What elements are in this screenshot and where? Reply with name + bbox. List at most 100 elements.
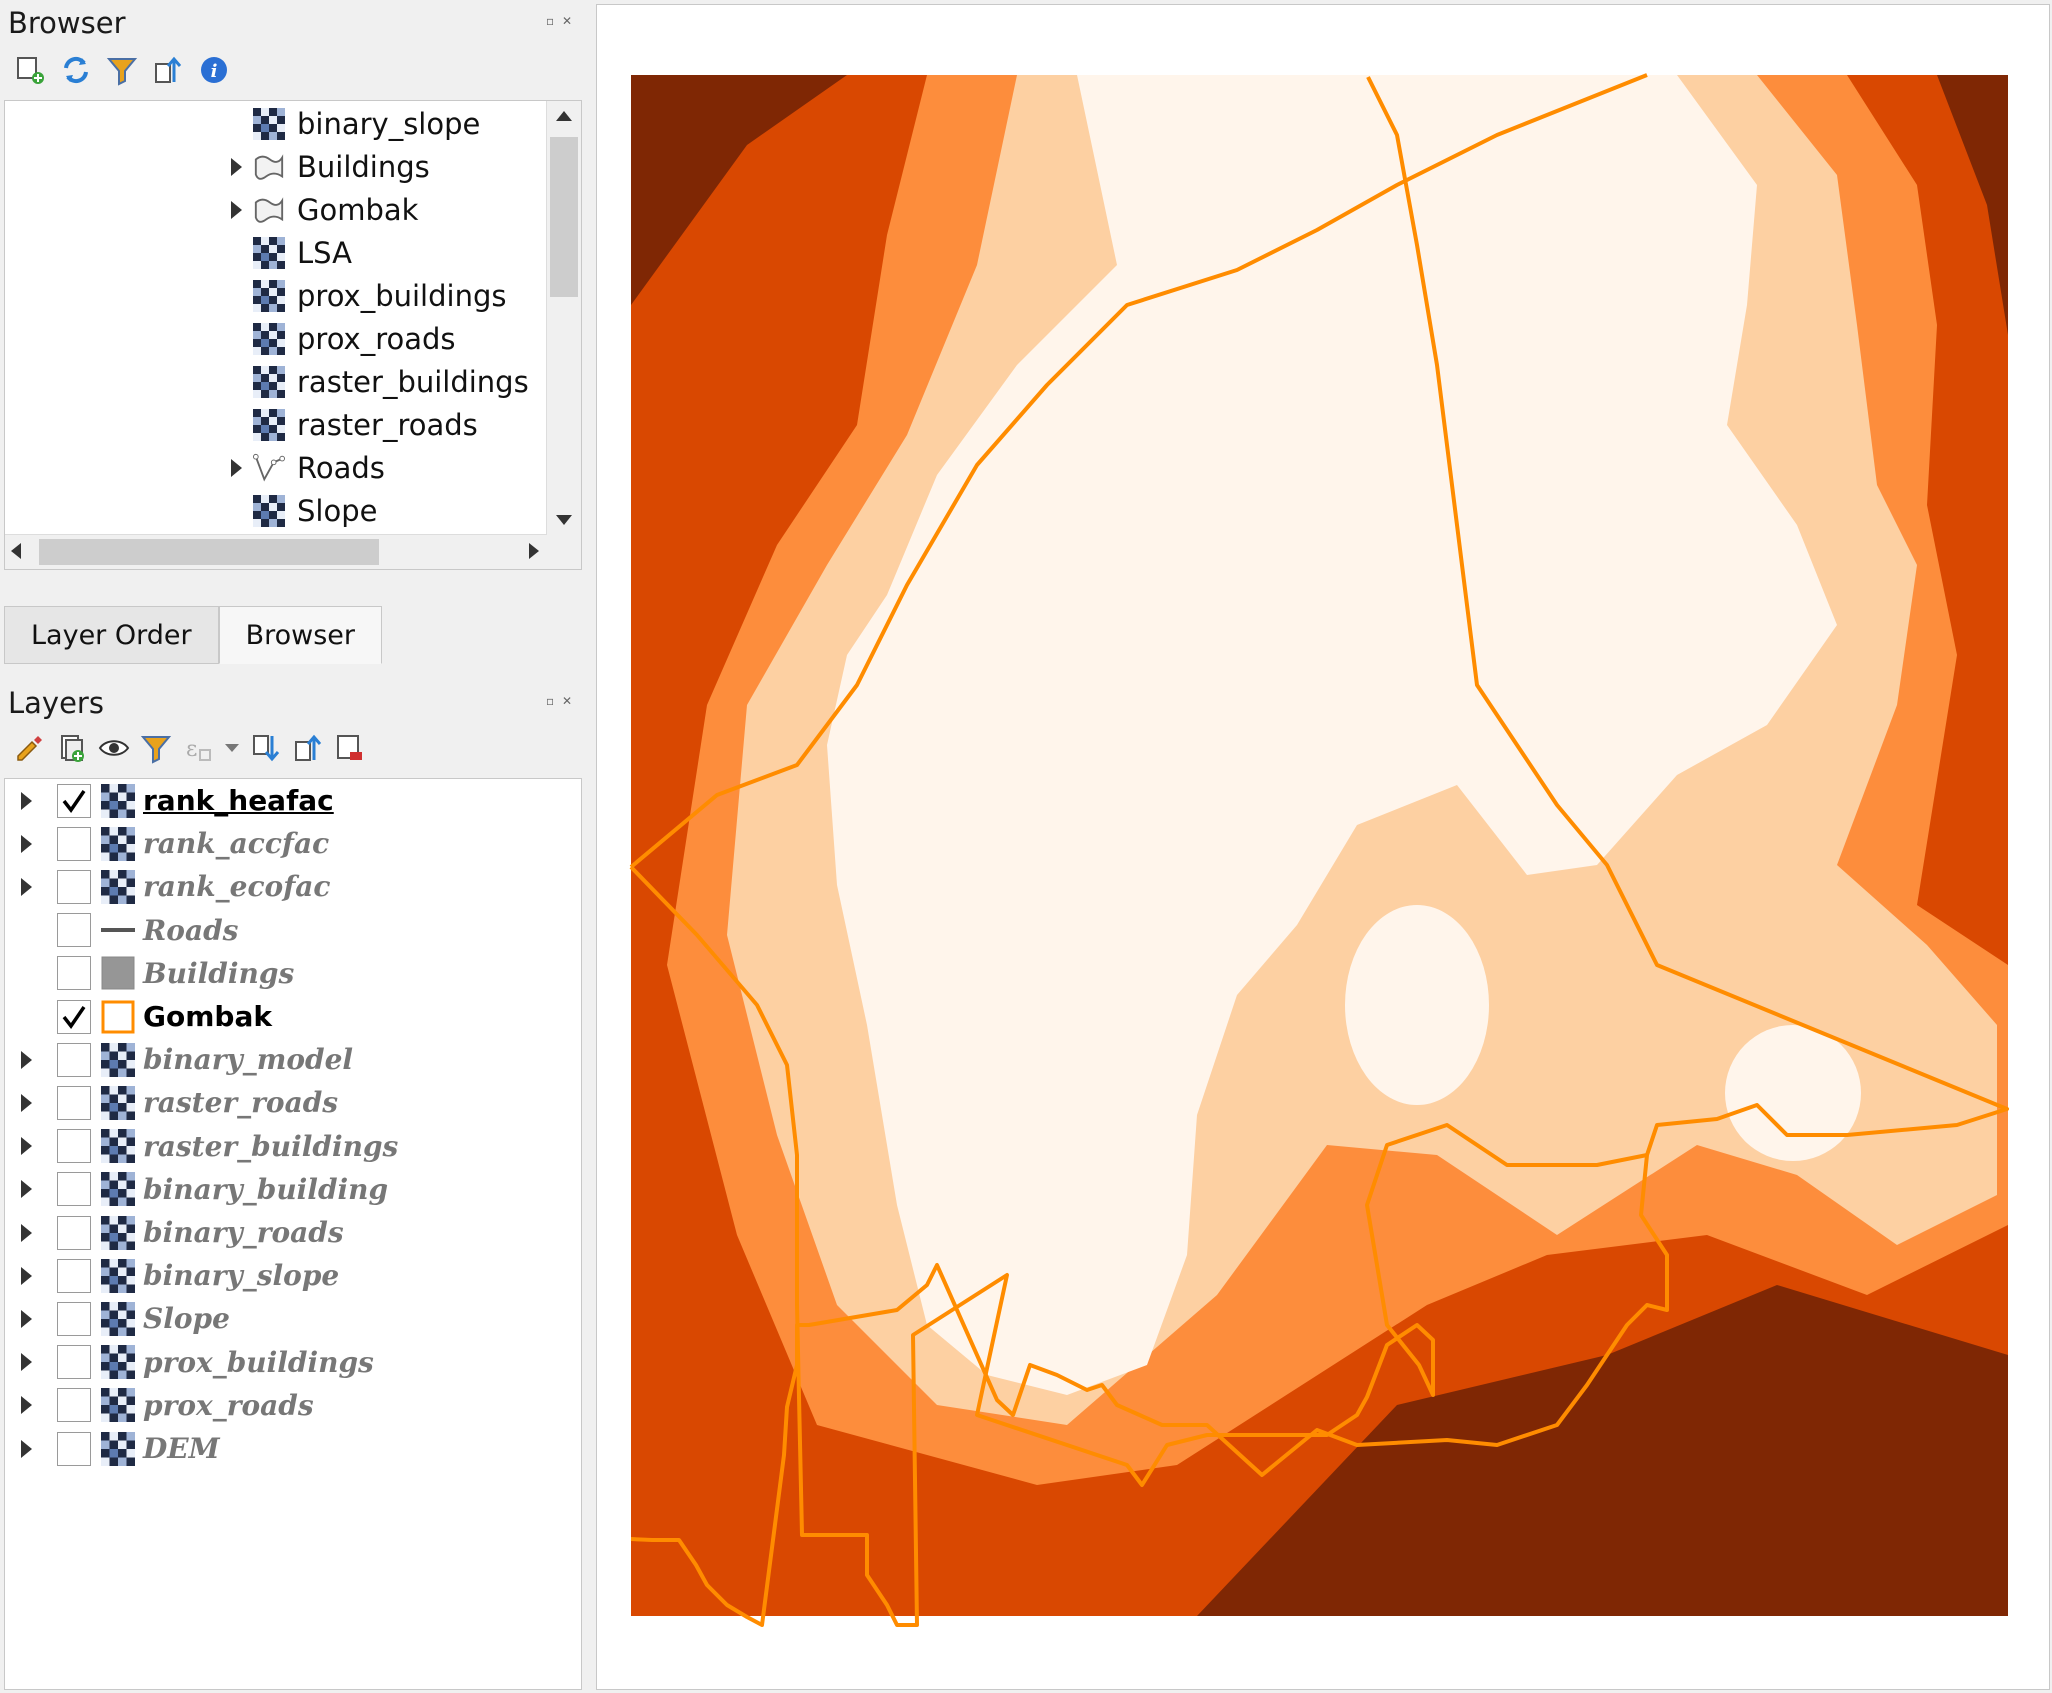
expand-arrow-icon[interactable]: [21, 779, 43, 822]
browser-item[interactable]: prox_buildings: [225, 275, 506, 317]
expand-arrow-icon[interactable]: [21, 1125, 43, 1168]
layer-visibility-checkbox[interactable]: [57, 1085, 91, 1120]
layer-name: binary_roads: [143, 1216, 344, 1249]
layer-name: Slope: [143, 1302, 230, 1336]
dock-float-close-buttons[interactable]: ▫ ✕: [546, 694, 574, 708]
scroll-up-arrow-icon[interactable]: [547, 101, 581, 131]
expand-arrow-icon[interactable]: [225, 146, 247, 188]
layer-visibility-checkbox[interactable]: [57, 1215, 91, 1250]
layer-name: rank_heafac: [143, 784, 334, 817]
tab-browser[interactable]: Browser: [218, 606, 383, 664]
expand-arrow-icon[interactable]: [21, 1038, 43, 1081]
expand-arrow-icon[interactable]: [21, 1297, 43, 1340]
layer-visibility-checkbox[interactable]: [57, 1258, 91, 1293]
layer-row[interactable]: binary_slope: [5, 1254, 339, 1297]
layer-visibility-checkbox[interactable]: [57, 1388, 91, 1423]
filter-legend-icon[interactable]: [138, 730, 174, 766]
open-styling-panel-icon[interactable]: [12, 730, 48, 766]
properties-icon[interactable]: i: [196, 52, 232, 88]
expand-arrow-icon[interactable]: [21, 1384, 43, 1427]
layer-row[interactable]: rank_accfac: [5, 822, 329, 865]
scroll-left-arrow-icon[interactable]: [11, 543, 21, 563]
browser-panel-title: Browser: [8, 6, 126, 40]
expand-arrow-icon[interactable]: [21, 1341, 43, 1384]
layer-row[interactable]: prox_roads: [5, 1384, 314, 1427]
map-canvas[interactable]: [596, 4, 2050, 1690]
layers-tree[interactable]: rank_heafac rank_accfac rank_ecofac Roads Bu…: [4, 778, 582, 1690]
layer-visibility-checkbox[interactable]: [57, 1172, 91, 1207]
browser-item[interactable]: binary_slope: [225, 103, 480, 145]
layer-row[interactable]: raster_roads: [5, 1081, 338, 1124]
layer-row[interactable]: Gombak: [5, 995, 272, 1038]
expand-arrow-icon[interactable]: [21, 822, 43, 865]
browser-item[interactable]: Buildings: [225, 146, 430, 188]
add-selected-layers-icon[interactable]: [12, 52, 48, 88]
browser-item[interactable]: Slope: [225, 490, 377, 532]
browser-item[interactable]: LSA: [225, 232, 352, 274]
layer-visibility-checkbox[interactable]: [57, 1431, 91, 1466]
map-rendering: [629, 73, 2009, 1627]
browser-vertical-scrollbar[interactable]: [546, 101, 581, 569]
browser-item[interactable]: raster_roads: [225, 404, 478, 446]
scrollbar-thumb[interactable]: [550, 137, 578, 297]
layer-row[interactable]: Buildings: [5, 952, 294, 995]
browser-horizontal-scrollbar[interactable]: [5, 534, 547, 569]
layer-row[interactable]: prox_buildings: [5, 1341, 374, 1384]
layer-visibility-checkbox[interactable]: [57, 913, 91, 948]
collapse-all-icon[interactable]: [290, 730, 326, 766]
layer-visibility-checkbox[interactable]: [57, 1129, 91, 1164]
dock-float-close-buttons[interactable]: ▫ ✕: [546, 14, 574, 28]
refresh-icon[interactable]: [58, 52, 94, 88]
scroll-down-arrow-icon[interactable]: [547, 505, 581, 535]
layer-row[interactable]: Roads: [5, 909, 238, 952]
expand-arrow-icon[interactable]: [21, 1427, 43, 1470]
layer-visibility-checkbox[interactable]: [57, 1042, 91, 1077]
collapse-all-icon[interactable]: [150, 52, 186, 88]
layer-row[interactable]: Slope: [5, 1297, 230, 1340]
remove-layer-icon[interactable]: [332, 730, 368, 766]
expand-all-icon[interactable]: [248, 730, 284, 766]
layer-visibility-checkbox[interactable]: [57, 783, 91, 818]
browser-item[interactable]: prox_roads: [225, 318, 456, 360]
expand-arrow-icon[interactable]: [21, 1081, 43, 1124]
layer-visibility-checkbox[interactable]: [57, 956, 91, 991]
layer-row[interactable]: binary_model: [5, 1038, 353, 1081]
layer-visibility-checkbox[interactable]: [57, 999, 91, 1034]
layer-row[interactable]: rank_ecofac: [5, 865, 330, 908]
layer-row[interactable]: binary_building: [5, 1168, 388, 1211]
browser-tree[interactable]: binary_slope Buildings Gombak LSA prox_build…: [4, 100, 582, 570]
browser-item[interactable]: raster_buildings: [225, 361, 529, 403]
layer-visibility-checkbox[interactable]: [57, 1345, 91, 1380]
raster-layer-icon: [101, 1215, 135, 1250]
layer-row[interactable]: DEM: [5, 1427, 220, 1470]
scrollbar-thumb[interactable]: [39, 539, 379, 565]
layer-visibility-checkbox[interactable]: [57, 826, 91, 861]
filter-expression-icon[interactable]: ε: [180, 730, 216, 766]
browser-item-label: prox_buildings: [297, 279, 507, 313]
fill-symbol-icon: [101, 956, 135, 990]
manage-visibility-icon[interactable]: [96, 730, 132, 766]
dropdown-icon[interactable]: [222, 730, 242, 766]
scroll-right-arrow-icon[interactable]: [529, 543, 539, 563]
expand-arrow-icon[interactable]: [225, 447, 247, 489]
layers-panel-title: Layers: [8, 686, 104, 720]
raster-layer-icon: [101, 1345, 135, 1380]
svg-text:ε: ε: [186, 737, 197, 762]
layer-visibility-checkbox[interactable]: [57, 1301, 91, 1336]
expand-arrow-icon[interactable]: [21, 1254, 43, 1297]
tab-layer-order[interactable]: Layer Order: [4, 606, 219, 664]
layer-row[interactable]: rank_heafac: [5, 779, 334, 822]
layer-visibility-checkbox[interactable]: [57, 869, 91, 904]
browser-item[interactable]: Roads: [225, 447, 385, 489]
expand-arrow-icon[interactable]: [21, 1168, 43, 1211]
expand-arrow-icon[interactable]: [225, 189, 247, 231]
filter-icon[interactable]: [104, 52, 140, 88]
layer-row[interactable]: raster_buildings: [5, 1125, 398, 1168]
expand-arrow-icon[interactable]: [21, 1211, 43, 1254]
add-group-icon[interactable]: [54, 730, 90, 766]
expand-arrow-icon[interactable]: [21, 865, 43, 908]
browser-item[interactable]: Gombak: [225, 189, 418, 231]
layer-row[interactable]: binary_roads: [5, 1211, 344, 1254]
